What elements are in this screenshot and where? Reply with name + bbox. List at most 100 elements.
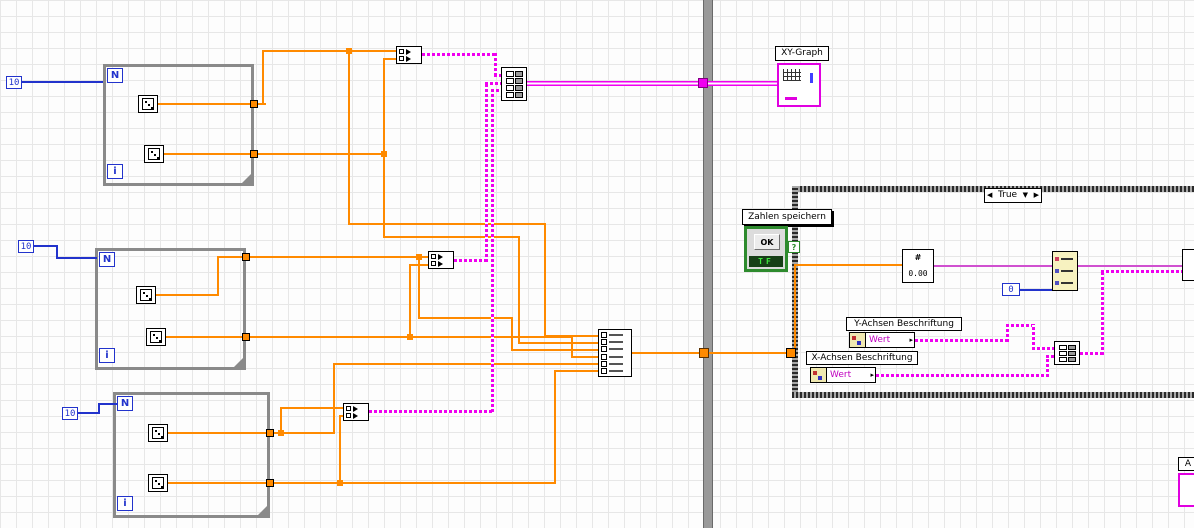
bundle-xy-node-1[interactable] [396, 46, 422, 64]
wire-segment[interactable] [518, 342, 598, 344]
case-next-arrow-icon[interactable]: ▶ [1034, 192, 1039, 199]
wire-segment[interactable] [217, 256, 242, 258]
wire-segment[interactable] [571, 356, 598, 358]
bundle-xy-node-3[interactable] [343, 403, 369, 421]
x-axis-property-node[interactable]: Wert ▸ [810, 367, 876, 383]
wire-junction[interactable] [278, 430, 284, 436]
wire-segment[interactable] [1101, 270, 1182, 273]
wire-segment[interactable] [1046, 355, 1054, 358]
property-name[interactable]: Wert [866, 335, 909, 345]
wire-segment[interactable] [511, 349, 598, 351]
clipped-label-bottom-right[interactable]: A [1178, 457, 1194, 471]
clipped-node-right-edge[interactable] [1182, 249, 1194, 281]
wire-segment[interactable] [491, 90, 494, 412]
y-axis-property-node[interactable]: Wert ▸ [849, 332, 915, 348]
wire-segment[interactable] [34, 245, 58, 247]
wire-segment[interactable] [282, 432, 334, 434]
format-number-node[interactable]: # 0.00 [902, 249, 934, 283]
wire-junction[interactable] [381, 151, 387, 157]
wire-segment[interactable] [409, 264, 428, 266]
wire-segment[interactable] [56, 257, 97, 259]
property-expand-arrow-icon[interactable]: ▸ [870, 371, 875, 379]
wire-junction[interactable] [416, 254, 422, 260]
loop3-iteration-terminal[interactable]: i [117, 496, 133, 511]
loop1-count-terminal[interactable]: N [107, 68, 123, 83]
array-function-node[interactable] [1052, 251, 1078, 291]
loop-tunnel[interactable] [242, 333, 250, 341]
bundle-xy-node-2[interactable] [428, 251, 454, 269]
wire-segment[interactable] [709, 352, 788, 354]
wire-segment[interactable] [168, 482, 266, 484]
wire-segment[interactable] [409, 264, 411, 338]
save-button-label[interactable]: Zahlen speichern [742, 209, 832, 225]
case-selector-tunnel[interactable]: ? [788, 241, 800, 253]
wire-segment[interactable] [915, 339, 1008, 342]
build-array-node[interactable] [598, 329, 632, 377]
loop3-count-terminal[interactable]: N [117, 396, 133, 411]
wire-segment[interactable] [383, 236, 519, 238]
wire-segment[interactable] [1080, 352, 1103, 355]
wire-segment[interactable] [422, 53, 496, 56]
wire-segment[interactable] [794, 264, 902, 266]
zero-constant[interactable]: 0 [1002, 283, 1020, 296]
wire-segment[interactable] [274, 482, 340, 484]
bundle-node[interactable] [1054, 341, 1080, 365]
wire-segment[interactable] [98, 403, 117, 405]
wire-segment[interactable] [454, 259, 487, 262]
wire-segment[interactable] [341, 482, 555, 484]
wire-segment[interactable] [518, 236, 520, 344]
wire-segment[interactable] [348, 50, 350, 225]
random-dice-node[interactable] [148, 474, 168, 492]
block-diagram-canvas[interactable]: N i N i N i 10 10 10 0 XY-Graph Zahlen s… [0, 0, 1194, 528]
wire-segment[interactable] [262, 50, 396, 52]
random-dice-node[interactable] [138, 95, 158, 113]
count-constant-2[interactable]: 10 [18, 240, 34, 253]
wire-segment[interactable] [1020, 289, 1052, 291]
random-dice-node[interactable] [146, 328, 166, 346]
count-constant-1[interactable]: 10 [6, 76, 22, 89]
random-dice-node[interactable] [144, 145, 164, 163]
random-dice-node[interactable] [148, 424, 168, 442]
x-axis-property-label[interactable]: X-Achsen Beschriftung [806, 351, 918, 365]
wire-segment[interactable] [418, 258, 420, 318]
property-expand-arrow-icon[interactable]: ▸ [909, 336, 914, 344]
wire-segment[interactable] [348, 223, 545, 225]
wire-segment[interactable] [383, 58, 396, 60]
loop1-iteration-terminal[interactable]: i [107, 164, 123, 179]
count-constant-3[interactable]: 10 [62, 407, 78, 420]
wire-segment[interactable] [707, 81, 777, 86]
loop-tunnel[interactable] [250, 100, 258, 108]
case-selector[interactable]: ◀ True ▼ ▶ [984, 188, 1042, 203]
wire-segment[interactable] [250, 256, 428, 258]
y-axis-property-label[interactable]: Y-Achsen Beschriftung [846, 317, 962, 331]
wire-segment[interactable] [166, 336, 242, 338]
case-selected-value[interactable]: True [998, 191, 1017, 200]
wire-segment[interactable] [554, 370, 598, 372]
wire-segment[interactable] [156, 294, 219, 296]
wire-segment[interactable] [544, 223, 546, 337]
wire-junction[interactable] [337, 480, 343, 486]
wire-segment[interactable] [632, 352, 702, 354]
loop-tunnel[interactable] [242, 253, 250, 261]
loop-tunnel[interactable] [786, 348, 796, 358]
xy-graph-terminal[interactable] [777, 63, 821, 107]
wire-segment[interactable] [258, 153, 384, 155]
wire-segment[interactable] [383, 58, 385, 238]
wire-segment[interactable] [1032, 347, 1054, 350]
wire-segment[interactable] [494, 53, 497, 76]
loop2-iteration-terminal[interactable]: i [99, 348, 115, 363]
loop-tunnel[interactable] [266, 479, 274, 487]
loop2-count-terminal[interactable]: N [99, 252, 115, 267]
wire-junction[interactable] [346, 48, 352, 54]
wire-segment[interactable] [1006, 324, 1035, 327]
wire-segment[interactable] [158, 103, 250, 105]
wire-segment[interactable] [491, 89, 501, 92]
wire-segment[interactable] [934, 265, 1052, 267]
case-dropdown-arrow-icon[interactable]: ▼ [1023, 192, 1028, 199]
wire-segment[interactable] [527, 81, 700, 86]
wire-segment[interactable] [339, 416, 341, 484]
wire-segment[interactable] [369, 410, 494, 413]
wire-segment[interactable] [511, 317, 513, 351]
random-dice-node[interactable] [136, 286, 156, 304]
wire-segment[interactable] [1078, 265, 1182, 267]
